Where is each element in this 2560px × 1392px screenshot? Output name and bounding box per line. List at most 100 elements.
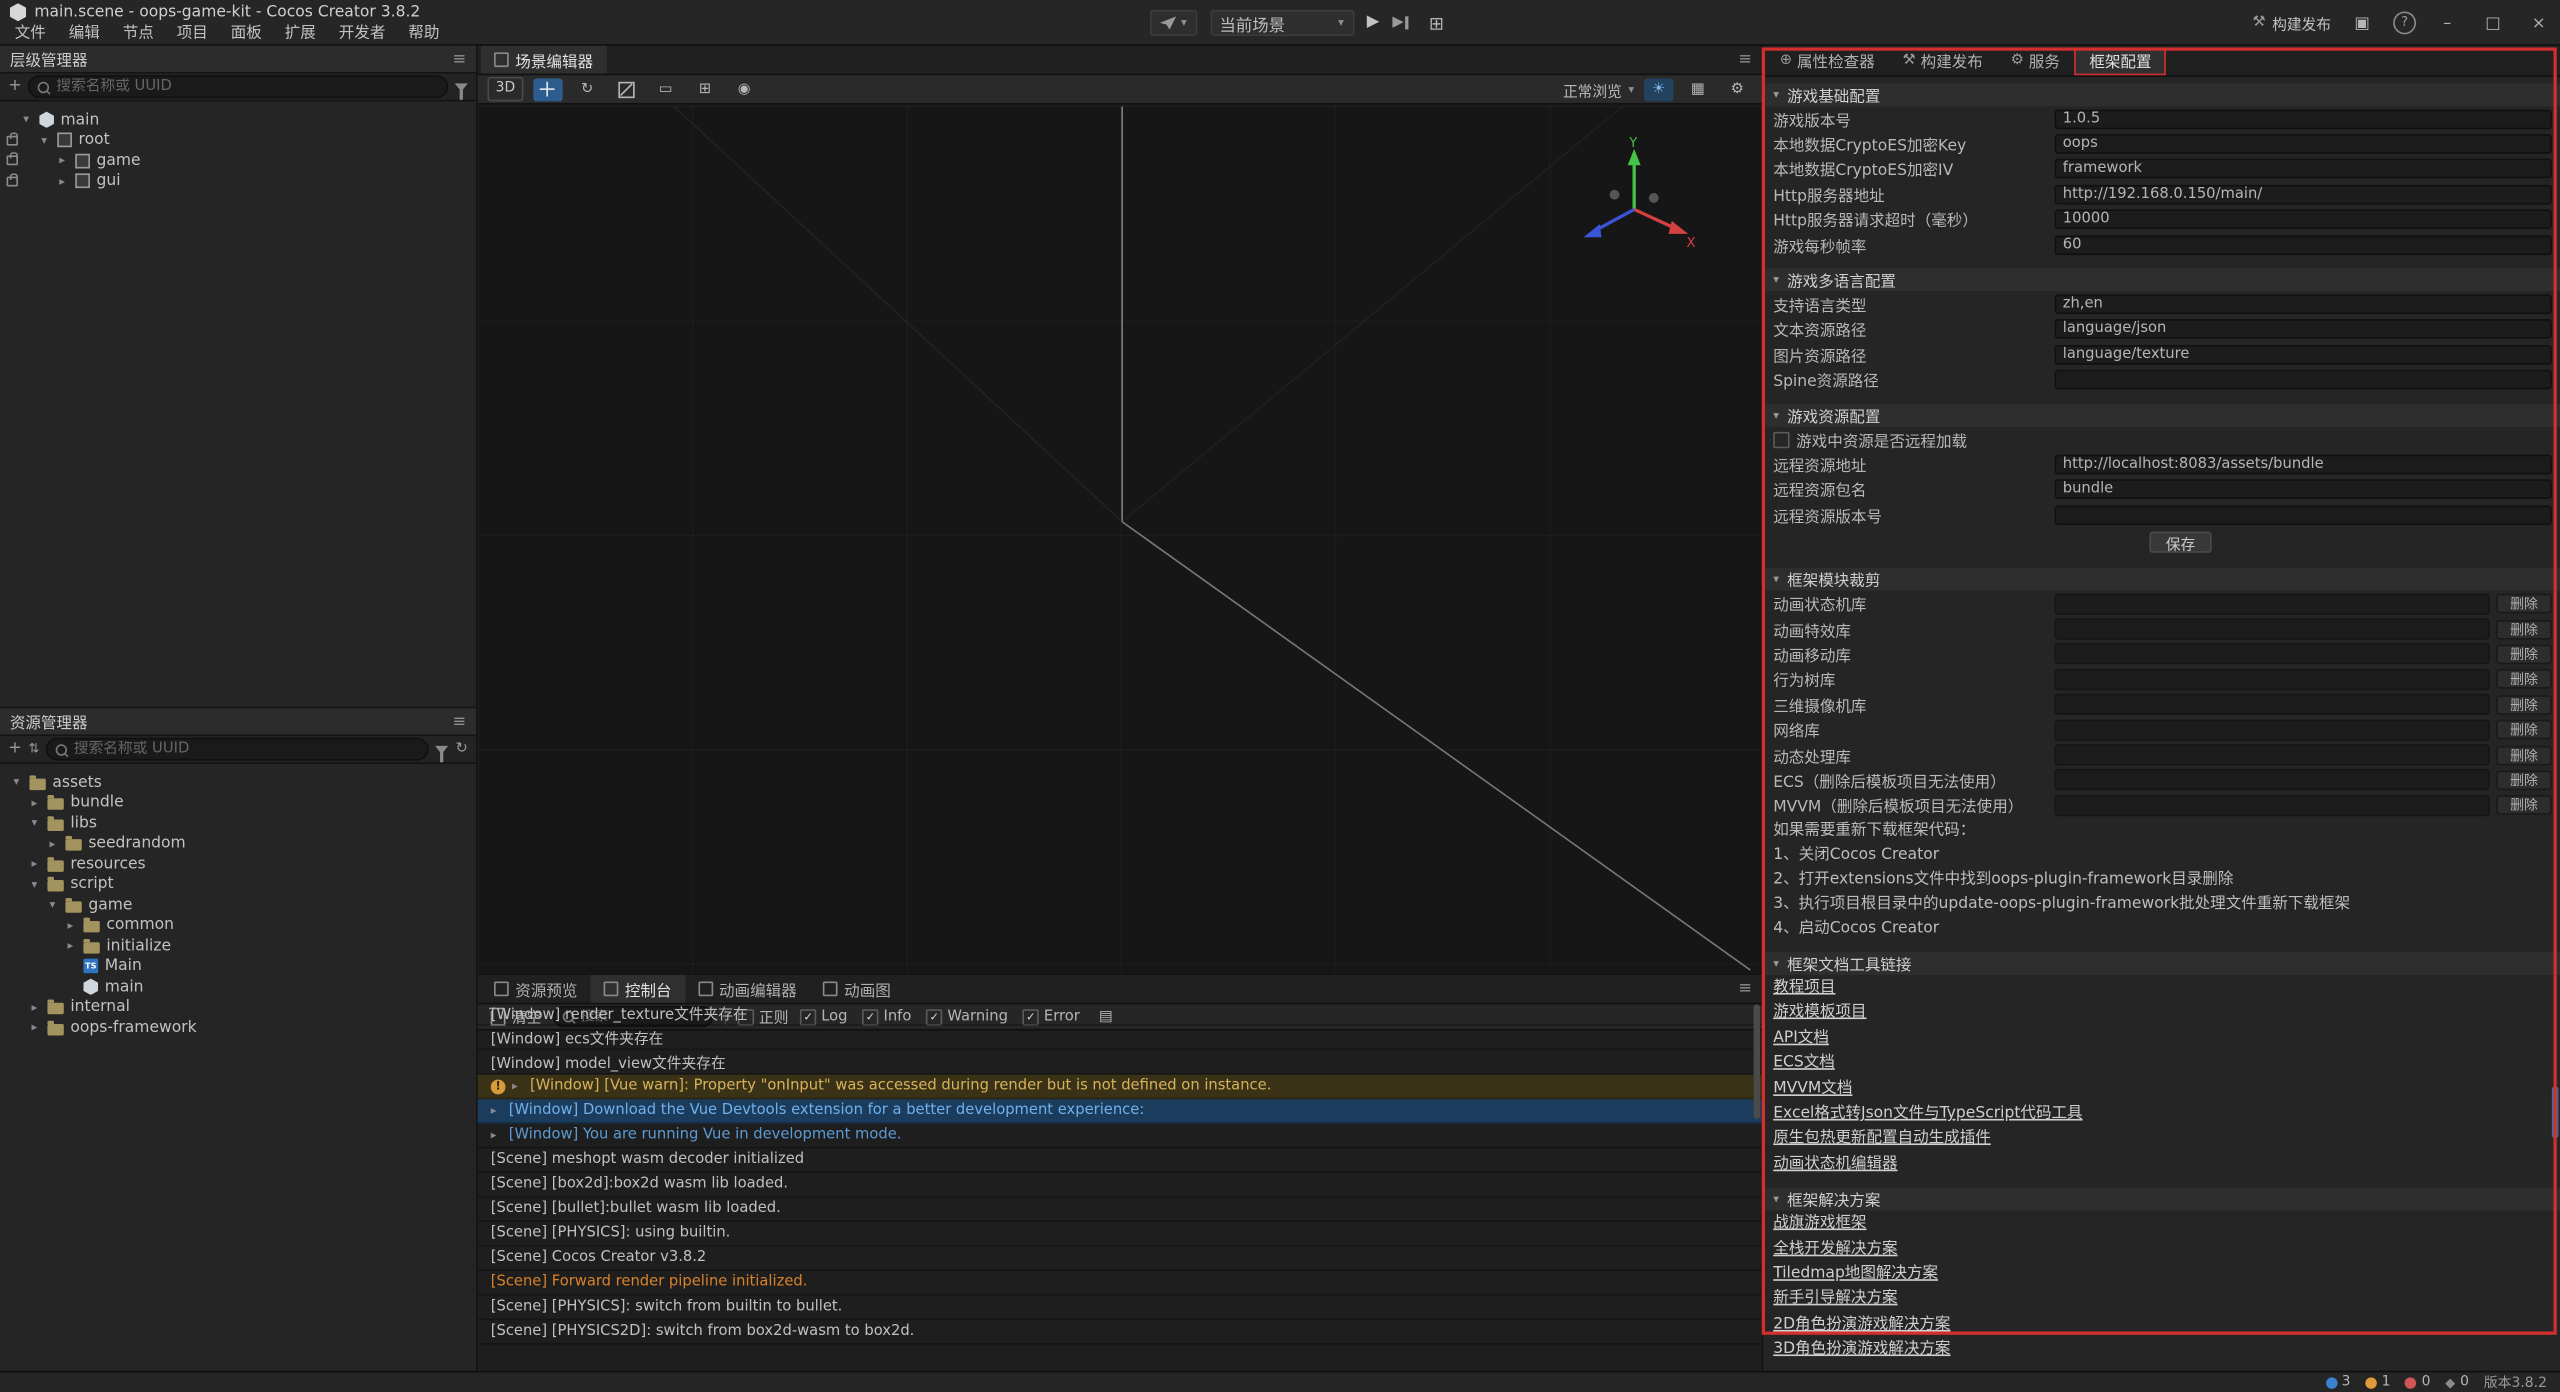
section-collapse-icon[interactable]: ▾ bbox=[1773, 573, 1779, 586]
warning-count[interactable]: 1 bbox=[2365, 1374, 2390, 1390]
tab-资源预览[interactable]: 资源预览 bbox=[481, 975, 591, 1003]
expand-arrow-icon[interactable]: ▸ bbox=[491, 1129, 502, 1142]
property-input-文本资源路径[interactable] bbox=[2055, 320, 2552, 340]
expand-arrow-icon[interactable]: ▸ bbox=[64, 939, 77, 952]
panel-menu-icon[interactable]: ≡ bbox=[1738, 51, 1752, 69]
hierarchy-node[interactable]: ▸gui bbox=[0, 171, 476, 191]
console-line[interactable]: [Scene] [PHYSICS]: switch from builtin t… bbox=[478, 1296, 1762, 1321]
section-header[interactable]: ▾框架模块裁剪 bbox=[1763, 568, 2560, 591]
expand-arrow-icon[interactable]: ▸ bbox=[28, 858, 41, 871]
doc-link[interactable]: 3D角色扮演游戏解决方案 bbox=[1763, 1337, 1950, 1362]
camera-settings-button[interactable]: ▦ bbox=[1683, 79, 1712, 102]
delete-module-button[interactable]: 删除 bbox=[2496, 720, 2552, 740]
expand-arrow-icon[interactable]: ▸ bbox=[491, 1104, 502, 1117]
doc-link[interactable]: 2D角色扮演游戏解决方案 bbox=[1763, 1312, 1950, 1337]
rect-tool-button[interactable]: ▭ bbox=[651, 78, 680, 101]
scene-viewport[interactable]: Y X bbox=[478, 106, 1762, 973]
asset-node[interactable]: ▸resources bbox=[0, 854, 476, 874]
tab-框架配置[interactable]: 框架配置 bbox=[2075, 47, 2167, 75]
menu-item[interactable]: 文件 bbox=[3, 23, 57, 46]
asset-node[interactable]: ▾game bbox=[0, 895, 476, 915]
console-line[interactable]: [Scene] [bullet]:bullet wasm lib loaded. bbox=[478, 1197, 1762, 1222]
expand-arrow-icon[interactable]: ▸ bbox=[512, 1080, 523, 1093]
window-minimize-button[interactable]: – bbox=[2432, 14, 2461, 32]
build-publish-button[interactable]: ⚒ 构建发布 bbox=[2252, 12, 2331, 33]
expand-arrow-icon[interactable]: ▸ bbox=[46, 837, 59, 850]
menu-item[interactable]: 帮助 bbox=[397, 23, 451, 46]
console-line[interactable]: ▸[Window] You are running Vue in develop… bbox=[478, 1124, 1762, 1149]
property-input-远程资源包名[interactable] bbox=[2055, 480, 2552, 500]
panel-menu-icon[interactable]: ≡ bbox=[1738, 980, 1752, 998]
expand-arrow-icon[interactable]: ▾ bbox=[28, 878, 41, 891]
transform-gizmo-button[interactable]: ⊞ bbox=[690, 78, 719, 101]
lock-icon[interactable] bbox=[7, 176, 18, 186]
delete-module-button[interactable]: 删除 bbox=[2496, 770, 2552, 790]
notification-bell[interactable]: ◆ 0 bbox=[2445, 1374, 2469, 1390]
gear-icon[interactable]: ⚙ bbox=[1722, 79, 1751, 102]
console-line[interactable]: [Scene] [box2d]:box2d wasm lib loaded. bbox=[478, 1173, 1762, 1198]
layout-grid-button[interactable]: ⊞ bbox=[1422, 11, 1451, 34]
window-maximize-button[interactable]: □ bbox=[2478, 14, 2507, 32]
expand-arrow-icon[interactable]: ▾ bbox=[28, 817, 41, 830]
expand-arrow-icon[interactable]: ▾ bbox=[10, 776, 23, 789]
property-input-远程资源地址[interactable] bbox=[2055, 455, 2552, 475]
console-line[interactable]: [Scene] [PHYSICS2D]: switch from box2d-w… bbox=[478, 1320, 1762, 1345]
tab-构建发布[interactable]: ⚒构建发布 bbox=[1889, 47, 1995, 75]
console-line[interactable]: [Window] render_texture文件夹存在 bbox=[478, 1001, 1762, 1026]
hierarchy-search-input[interactable] bbox=[56, 79, 438, 95]
property-input-Http服务器地址[interactable] bbox=[2055, 185, 2552, 205]
console-scrollbar[interactable] bbox=[1754, 1004, 1761, 1119]
doc-link[interactable]: MVVM文档 bbox=[1763, 1076, 1852, 1101]
asset-node[interactable]: ▸oops-framework bbox=[0, 1017, 476, 1037]
section-header[interactable]: ▾框架解决方案 bbox=[1763, 1188, 2560, 1211]
doc-link[interactable]: API文档 bbox=[1763, 1025, 1828, 1050]
property-input-游戏每秒帧率[interactable] bbox=[2055, 235, 2552, 255]
rotate-tool-button[interactable]: ↻ bbox=[572, 78, 601, 101]
console-line[interactable]: [Scene] [PHYSICS]: using builtin. bbox=[478, 1222, 1762, 1247]
delete-module-button[interactable]: 删除 bbox=[2496, 695, 2552, 715]
expand-arrow-icon[interactable]: ▸ bbox=[28, 796, 41, 809]
tab-属性检查器[interactable]: ⊕属性检查器 bbox=[1767, 47, 1888, 75]
remote-load-checkbox[interactable] bbox=[1773, 431, 1789, 447]
asset-node[interactable]: main bbox=[0, 977, 476, 997]
delete-module-button[interactable]: 删除 bbox=[2496, 795, 2552, 815]
section-collapse-icon[interactable]: ▾ bbox=[1773, 409, 1779, 422]
menu-item[interactable]: 面板 bbox=[219, 23, 273, 46]
menu-item[interactable]: 开发者 bbox=[327, 23, 397, 46]
delete-module-button[interactable]: 删除 bbox=[2496, 619, 2552, 639]
refresh-icon[interactable]: ↻ bbox=[455, 739, 467, 759]
panel-menu-icon[interactable]: ≡ bbox=[452, 712, 466, 730]
pivot-toggle-button[interactable]: ◉ bbox=[729, 78, 758, 101]
doc-link[interactable]: Excel格式转Json文件与TypeScript代码工具 bbox=[1763, 1101, 2082, 1126]
property-input-图片资源路径[interactable] bbox=[2055, 345, 2552, 365]
section-collapse-icon[interactable]: ▾ bbox=[1773, 88, 1779, 101]
doc-link[interactable]: 游戏模板项目 bbox=[1763, 1000, 1866, 1025]
preview-target-button[interactable]: ▾ bbox=[1150, 10, 1197, 36]
view-mode-dropdown[interactable]: 正常浏览 ▾ bbox=[1563, 79, 1634, 100]
expand-arrow-icon[interactable]: ▾ bbox=[20, 113, 33, 126]
sort-assets-icon[interactable]: ⇅ bbox=[28, 739, 39, 759]
expand-arrow-icon[interactable]: ▸ bbox=[56, 154, 69, 167]
doc-link[interactable]: 教程项目 bbox=[1763, 975, 1835, 1000]
scale-tool-button[interactable] bbox=[612, 78, 641, 101]
menu-item[interactable]: 扩展 bbox=[273, 23, 327, 46]
assets-search-input[interactable] bbox=[74, 741, 420, 757]
expand-arrow-icon[interactable]: ▾ bbox=[38, 134, 51, 147]
hierarchy-node[interactable]: ▾main bbox=[0, 110, 476, 130]
scene-selector-dropdown[interactable]: 当前场景 ▾ bbox=[1210, 10, 1354, 36]
lighting-toggle-button[interactable]: ☀ bbox=[1644, 79, 1673, 102]
play-button[interactable]: ▶ bbox=[1367, 10, 1380, 36]
section-collapse-icon[interactable]: ▾ bbox=[1773, 1193, 1779, 1206]
console-line[interactable]: [Scene] Cocos Creator v3.8.2 bbox=[478, 1246, 1762, 1271]
window-close-button[interactable]: × bbox=[2524, 14, 2553, 32]
help-icon[interactable]: ? bbox=[2393, 11, 2416, 34]
save-button[interactable]: 保存 bbox=[2149, 532, 2211, 553]
property-input-游戏版本号[interactable] bbox=[2055, 109, 2552, 129]
property-input-Http服务器请求超时（毫秒）[interactable] bbox=[2055, 210, 2552, 230]
expand-arrow-icon[interactable]: ▸ bbox=[56, 175, 69, 188]
console-line[interactable]: [Scene] Forward render pipeline initiali… bbox=[478, 1271, 1762, 1296]
doc-link[interactable]: 动画状态机编辑器 bbox=[1763, 1151, 1897, 1176]
property-input-本地数据CryptoES加密Key[interactable] bbox=[2055, 134, 2552, 154]
doc-link[interactable]: 新手引导解决方案 bbox=[1763, 1286, 1897, 1311]
section-collapse-icon[interactable]: ▾ bbox=[1773, 957, 1779, 970]
